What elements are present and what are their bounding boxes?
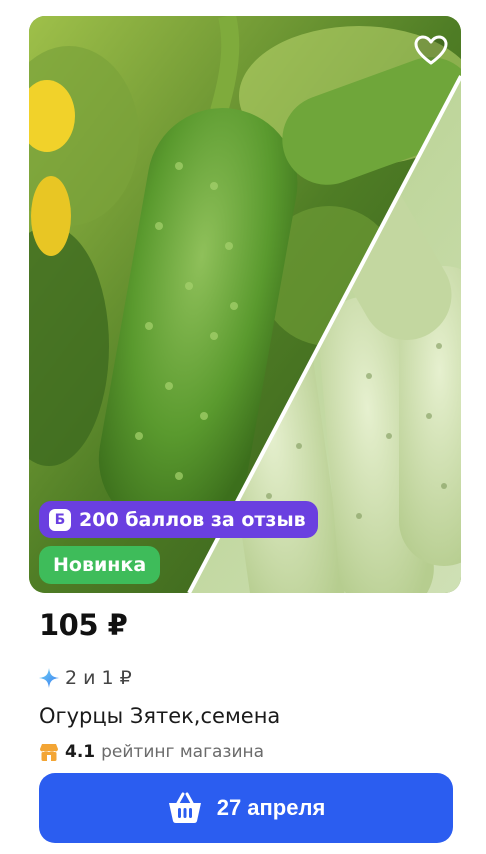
shop-rating-value: 4.1 xyxy=(65,742,96,762)
product-name[interactable]: Огурцы Зятек,семена xyxy=(39,704,280,728)
shop-rating-label: рейтинг магазина xyxy=(101,742,265,762)
new-badge: Новинка xyxy=(39,546,161,584)
split-payment-text: 2 и 1 ₽ xyxy=(65,667,132,689)
shop-icon xyxy=(40,744,58,761)
split-payment: 2 и 1 ₽ xyxy=(39,667,132,689)
heart-outline-icon xyxy=(414,35,448,65)
sparkle-icon xyxy=(39,668,59,688)
product-card[interactable]: Б 200 баллов за отзыв Новинка 105 ₽ 2 и … xyxy=(29,16,461,843)
favorite-button[interactable] xyxy=(413,32,449,68)
b-coin-icon: Б xyxy=(49,508,71,531)
basket-icon xyxy=(168,792,201,823)
new-badge-label: Новинка xyxy=(53,554,147,576)
product-image[interactable]: Б 200 баллов за отзыв Новинка xyxy=(29,16,461,593)
points-badge-label: 200 баллов за отзыв xyxy=(79,508,306,531)
add-to-cart-button[interactable]: 27 апреля xyxy=(39,773,453,843)
price: 105 ₽ xyxy=(39,608,128,642)
points-badge: Б 200 баллов за отзыв xyxy=(39,501,318,538)
add-to-cart-label: 27 апреля xyxy=(216,795,326,820)
shop-rating: 4.1 рейтинг магазина xyxy=(39,742,264,762)
